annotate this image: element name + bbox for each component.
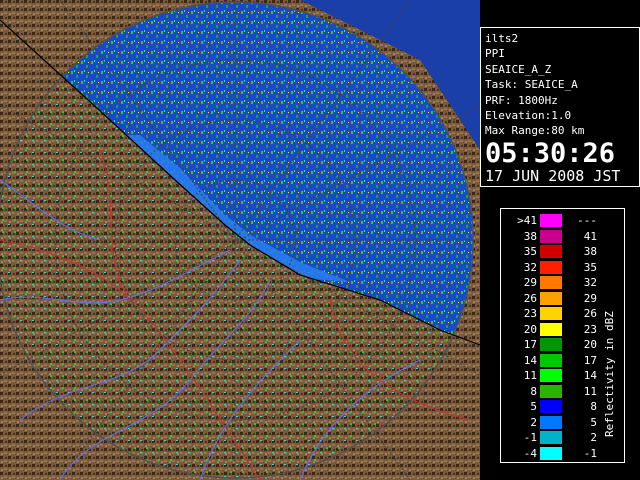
legend-color-swatch [540, 229, 562, 243]
legend-max-value: 41 [583, 229, 597, 243]
legend-color-swatch [540, 214, 562, 227]
legend-color-swatch [540, 431, 562, 444]
legend-min-value: 20 [523, 322, 537, 336]
legend-min-value: 5 [530, 400, 537, 413]
legend-min-value: 29 [523, 276, 537, 289]
task-name: Task: SEAICE_A [485, 78, 578, 92]
legend-max-value: 11 [583, 384, 597, 398]
legend-max-value: 35 [583, 260, 597, 274]
legend-min-value: 11 [523, 369, 537, 382]
legend-max-value: 29 [583, 291, 597, 305]
legend-unit-label: Reflectivity in dBZ [603, 311, 616, 437]
legend-min-value: 17 [523, 338, 537, 351]
legend-min-value: 32 [523, 260, 537, 274]
legend-color-swatch [540, 338, 562, 351]
reflectivity-legend: >41 --- 38 41 35 38 32 35 29 32 26 29 23 26 20 23 17 20 14… [500, 208, 625, 463]
scan-name: SEAICE_A_Z [485, 62, 552, 76]
legend-max-value: 17 [583, 353, 597, 367]
legend-min-value: 23 [523, 307, 537, 320]
elevation-value: Elevation:1.0 [485, 109, 572, 123]
legend-color-swatch [540, 353, 562, 367]
legend-color-swatch [540, 260, 562, 274]
scan-time: 05:30:26 [485, 137, 616, 169]
max-range-value: Max Range:80 km [485, 124, 585, 138]
legend-row: 35 38 [501, 244, 624, 259]
legend-row: 32 35 [501, 260, 624, 275]
legend-min-value: -1 [523, 431, 537, 444]
legend-max-value: 38 [583, 245, 597, 258]
legend-row: 26 29 [501, 291, 624, 306]
scan-info-panel: ilts2 PPI SEAICE_A_Z Task: SEAICE_A PRF:… [480, 27, 640, 187]
legend-min-value: 26 [523, 291, 537, 305]
legend-color-swatch [540, 369, 562, 382]
legend-color-swatch [540, 446, 562, 460]
legend-color-swatch [540, 276, 562, 289]
legend-row: -4 -1 [501, 446, 624, 461]
legend-max-value: 14 [583, 369, 597, 382]
legend-max-value: 8 [590, 400, 597, 413]
legend-max-value: 23 [583, 322, 597, 336]
legend-min-value: 8 [530, 384, 537, 398]
legend-row: 38 41 [501, 229, 624, 244]
legend-color-swatch [540, 400, 562, 413]
site-name: ilts2 [485, 32, 519, 45]
legend-row: >41 --- [501, 213, 624, 228]
legend-max-value: 20 [583, 338, 597, 351]
legend-max-value: 2 [590, 431, 597, 444]
legend-max-value: --- [577, 214, 597, 227]
prf-value: PRF: 1800Hz [485, 93, 558, 107]
scan-date: 17 JUN 2008 JST [485, 166, 621, 185]
legend-max-value: 5 [590, 415, 597, 429]
legend-min-value: 35 [523, 245, 537, 258]
legend-color-swatch [540, 245, 562, 258]
legend-color-swatch [540, 322, 562, 336]
legend-min-value: 38 [523, 229, 537, 243]
radar-ppi-display[interactable] [0, 0, 480, 480]
legend-max-value: -1 [583, 446, 597, 460]
legend-max-value: 26 [583, 307, 597, 320]
legend-min-value: >41 [517, 214, 537, 227]
legend-color-swatch [540, 415, 562, 429]
product-type: PPI [485, 47, 505, 61]
legend-min-value: 14 [523, 353, 537, 367]
legend-min-value: -4 [523, 446, 537, 460]
legend-color-swatch [540, 384, 562, 398]
legend-row: 29 32 [501, 275, 624, 290]
legend-color-swatch [540, 307, 562, 320]
legend-max-value: 32 [583, 276, 597, 289]
legend-min-value: 2 [530, 415, 537, 429]
legend-color-swatch [540, 291, 562, 305]
